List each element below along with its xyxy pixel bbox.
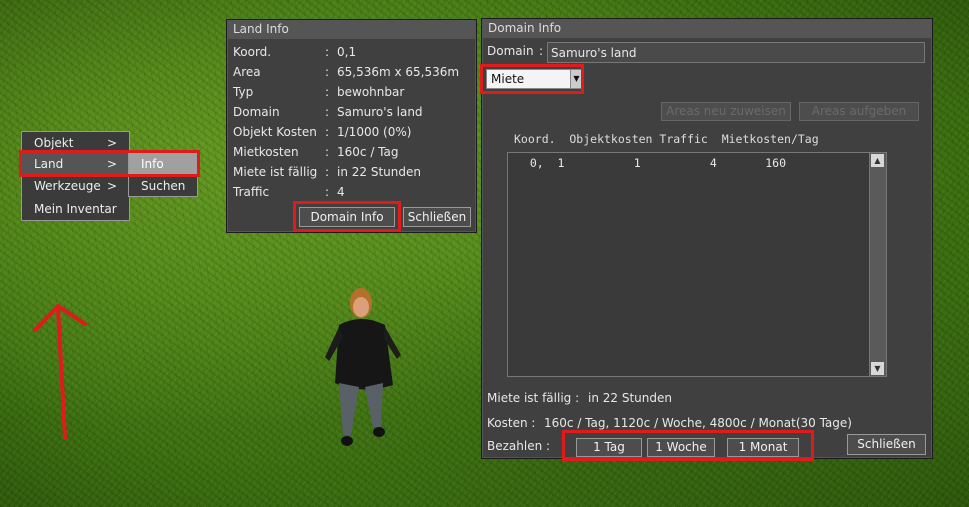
scroll-up-icon[interactable]: ▲ xyxy=(871,154,884,167)
row-value: in 22 Stunden xyxy=(337,165,421,179)
cost-value: 160c / Tag, 1120c / Woche, 4800c / Monat… xyxy=(544,416,852,430)
pay-label: Bezahlen : xyxy=(487,439,551,453)
due-value: in 22 Stunden xyxy=(588,391,672,405)
highlight-land-info xyxy=(19,150,200,177)
row-value: 0,1 xyxy=(337,45,357,59)
land-info-title: Land Info xyxy=(227,20,476,39)
cost-label: Kosten : xyxy=(487,416,536,430)
domain-name-field[interactable]: Samuro's land xyxy=(547,42,925,63)
red-arrow-annotation xyxy=(33,304,87,440)
menu-item-label: Objekt xyxy=(34,136,74,150)
table-row[interactable]: 0, 1 1 4 160 xyxy=(516,156,786,170)
submenu-arrow-icon: > xyxy=(106,179,117,193)
table-header: Koord. Objektkosten Traffic Mietkosten/T… xyxy=(514,132,819,146)
domain-label: Domain xyxy=(487,44,534,58)
row-key: Domain xyxy=(233,105,280,119)
row-key: Objekt Kosten xyxy=(233,125,317,139)
row-key: Traffic xyxy=(233,185,270,199)
avatar xyxy=(325,288,401,446)
row-key: Mietkosten xyxy=(233,145,299,159)
scrollbar[interactable]: ▲ ▼ xyxy=(869,153,886,376)
close-button[interactable]: Schließen xyxy=(403,207,471,227)
row-key: Area xyxy=(233,65,261,79)
domain-info-title: Domain Info xyxy=(482,19,932,38)
menu-item-label: Werkzeuge xyxy=(34,179,101,193)
scroll-down-icon[interactable]: ▼ xyxy=(871,362,884,375)
highlight-domain-info-button xyxy=(293,201,401,232)
menu-item-label: Mein Inventar xyxy=(34,202,117,216)
row-value: 1/1000 (0%) xyxy=(337,125,412,139)
close-button[interactable]: Schließen xyxy=(847,434,926,455)
due-label: Miete ist fällig : xyxy=(487,391,580,405)
row-key: Koord. xyxy=(233,45,272,59)
row-key: Typ xyxy=(233,85,254,99)
submenu-item-suchen[interactable]: Suchen xyxy=(129,175,197,197)
row-value: 160c / Tag xyxy=(337,145,399,159)
abandon-areas-button[interactable]: Areas aufgeben xyxy=(799,102,919,121)
row-value: 4 xyxy=(337,185,345,199)
row-value: Samuro's land xyxy=(337,105,423,119)
reassign-areas-button[interactable]: Areas neu zuweisen xyxy=(661,102,791,121)
areas-table: 0, 1 1 4 160 ▲ ▼ xyxy=(507,152,887,377)
menu-item-mein-inventar[interactable]: Mein Inventar xyxy=(22,198,129,220)
row-value: bewohnbar xyxy=(337,85,405,99)
menu-item-werkzeuge[interactable]: Werkzeuge > xyxy=(22,175,129,197)
row-value: 65,536m x 65,536m xyxy=(337,65,460,79)
row-key: Miete ist fällig xyxy=(233,165,318,179)
highlight-dropdown xyxy=(480,64,584,94)
highlight-pay-buttons xyxy=(562,430,814,461)
